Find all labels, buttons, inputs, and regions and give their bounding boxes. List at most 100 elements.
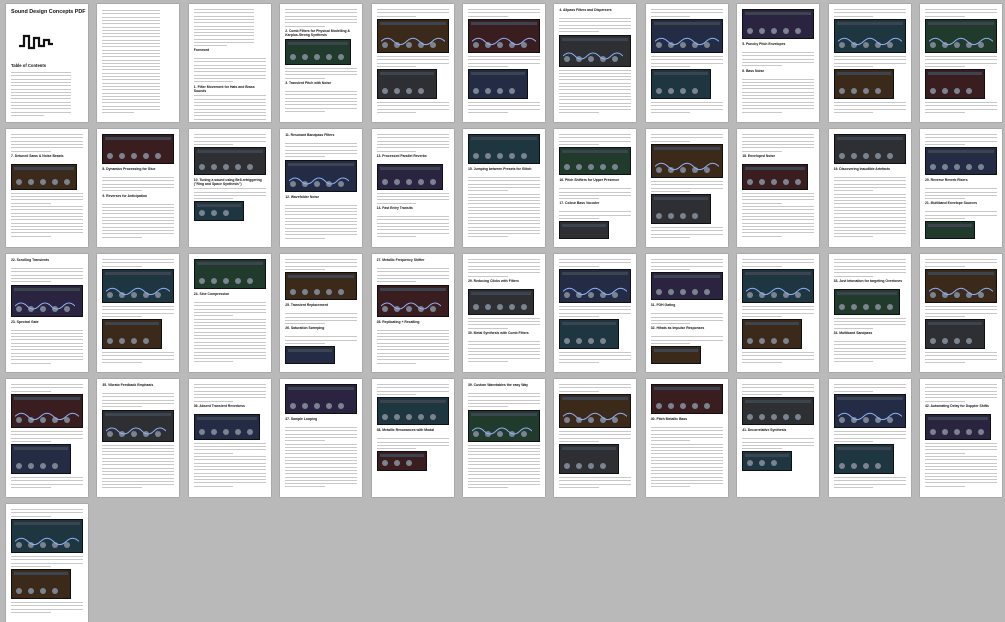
pdf-page[interactable] xyxy=(829,4,911,122)
pdf-page[interactable] xyxy=(920,4,1002,122)
toc-heading: Table of Contents xyxy=(11,64,83,68)
pdf-page[interactable]: Sound Design Concepts PDFTable of Conten… xyxy=(6,4,88,122)
text-line xyxy=(834,262,906,263)
knob-icon xyxy=(771,460,777,466)
knob-icon xyxy=(247,278,253,284)
pdf-page[interactable] xyxy=(463,4,545,122)
text-line xyxy=(285,473,357,474)
plugin-screenshot xyxy=(468,289,534,315)
text-line xyxy=(925,59,997,60)
pdf-page[interactable]: 8. Dynamics Processing for Glue9. Revers… xyxy=(97,129,179,247)
plugin-screenshot xyxy=(285,346,335,364)
text-line xyxy=(925,469,997,470)
plugin-header xyxy=(197,204,241,207)
section-heading: 3. Transient Pitch with Noise xyxy=(285,82,357,86)
text-line xyxy=(651,137,723,138)
text-line xyxy=(377,66,417,67)
text-line xyxy=(194,312,266,313)
knob-icon xyxy=(40,588,46,594)
text-line xyxy=(925,384,997,385)
text-line xyxy=(468,207,540,208)
text-line xyxy=(194,144,234,145)
pdf-page[interactable]: 37. Sample Looping xyxy=(280,379,362,497)
pdf-page[interactable]: 15. Jumping between Presets for Glitch xyxy=(463,129,545,247)
pdf-page[interactable]: 19. Discovering Inaudible Artefacts xyxy=(829,129,911,247)
pdf-page[interactable]: 2. Comb Filters for Physical Modelling &… xyxy=(280,4,362,122)
pdf-page[interactable]: 33. Just Intonation for targeting Overto… xyxy=(829,254,911,372)
knob-icon xyxy=(564,338,570,344)
plugin-header xyxy=(562,322,616,325)
pdf-page[interactable]: 40. Pitch Metallic Bass xyxy=(646,379,728,497)
text-line xyxy=(11,438,83,439)
text-line xyxy=(742,438,814,439)
pdf-page[interactable]: Foreword1. Filter Movement for Hats and … xyxy=(189,4,271,122)
pdf-page[interactable] xyxy=(372,4,454,122)
pdf-page[interactable]: 36. Absent Transient Reverbess xyxy=(189,379,271,497)
pdf-page[interactable]: 38. Metallic Resonances with Modal xyxy=(372,379,454,497)
text-line xyxy=(11,333,83,334)
text-line xyxy=(742,102,814,103)
text-line xyxy=(559,384,631,385)
knob-icon xyxy=(199,278,205,284)
text-line xyxy=(742,196,814,197)
pdf-page[interactable] xyxy=(97,4,179,122)
pdf-page[interactable]: 25. Transient Replacement26. Saturation … xyxy=(280,254,362,372)
pdf-page[interactable]: 24. Sine Compression xyxy=(189,254,271,372)
pdf-page[interactable] xyxy=(737,254,819,372)
pdf-page[interactable]: 31. FOH Gating32. Hihats as Impulse Resp… xyxy=(646,254,728,372)
text-line xyxy=(377,219,449,220)
pdf-page[interactable] xyxy=(6,379,88,497)
pdf-page[interactable] xyxy=(829,379,911,497)
text-line xyxy=(834,233,906,234)
knob-icon xyxy=(783,414,789,420)
text-line xyxy=(651,480,723,481)
pdf-page[interactable] xyxy=(646,4,728,122)
pdf-page[interactable] xyxy=(920,254,1002,372)
knob-icon xyxy=(875,88,881,94)
text-line xyxy=(377,193,449,194)
pdf-page[interactable]: 41. Decorrelative Synthesis xyxy=(737,379,819,497)
pdf-page[interactable] xyxy=(6,504,88,622)
knob-icon xyxy=(863,304,869,310)
text-line xyxy=(194,102,266,103)
pdf-page[interactable]: 29. Reducing Clicks with Filters30. Meta… xyxy=(463,254,545,372)
plugin-header xyxy=(380,288,446,291)
pdf-page[interactable]: 16. Pitch Shifters for Upper Presence17.… xyxy=(554,129,636,247)
pdf-page[interactable]: 7. Detuned Saws & Noise Beasts xyxy=(6,129,88,247)
pdf-page[interactable]: 4. Allpass Filters and Dispersers xyxy=(554,4,636,122)
knob-icon xyxy=(338,403,344,409)
knob-icon xyxy=(199,164,205,170)
text-line xyxy=(377,196,449,197)
pdf-page[interactable]: 5. Punchy Pitch Envelopes6. Bass Noise xyxy=(737,4,819,122)
text-line xyxy=(102,13,160,14)
pdf-page[interactable] xyxy=(554,254,636,372)
pdf-page[interactable] xyxy=(554,379,636,497)
pdf-page[interactable] xyxy=(97,254,179,372)
pdf-page[interactable]: 11. Resonant Bandpass Filters12. Wavefol… xyxy=(280,129,362,247)
text-line xyxy=(194,332,266,333)
section-heading: 17. Colour Bass Vocoder xyxy=(559,202,631,206)
text-line xyxy=(11,336,83,337)
pdf-page[interactable]: 22. Scrolling Transients23. Spectral Gat… xyxy=(6,254,88,372)
text-line xyxy=(102,79,160,80)
plugin-header xyxy=(654,275,720,278)
plugin-screenshot xyxy=(925,69,985,99)
text-line xyxy=(834,200,906,201)
text-line xyxy=(11,384,83,385)
text-line xyxy=(194,68,266,69)
text-line xyxy=(102,76,160,77)
pdf-page[interactable]: 10. Tuning a sound using Bell-retriggeri… xyxy=(189,129,271,247)
pdf-page[interactable]: 42. Automating Delay for Doppler Shifts xyxy=(920,379,1002,497)
pdf-page[interactable]: 39. Custom Wavetables the easy Way xyxy=(463,379,545,497)
text-line xyxy=(102,471,174,472)
text-line xyxy=(11,602,83,603)
pdf-page[interactable]: 35. Vibrato Feedback Emphasis xyxy=(97,379,179,497)
pdf-page[interactable]: 18. Enveloped Noise xyxy=(737,129,819,247)
text-line xyxy=(11,346,83,347)
pdf-page[interactable]: 27. Metallic Frequency Shifter28. Replic… xyxy=(372,254,454,372)
pdf-page[interactable]: 20. Reverse Reverb Risers21. Multiband E… xyxy=(920,129,1002,247)
pdf-page[interactable]: 13. Processed Parallel Reverbs14. Fast E… xyxy=(372,129,454,247)
text-line xyxy=(468,187,540,188)
plugin-screenshot xyxy=(11,285,83,317)
pdf-page[interactable] xyxy=(646,129,728,247)
